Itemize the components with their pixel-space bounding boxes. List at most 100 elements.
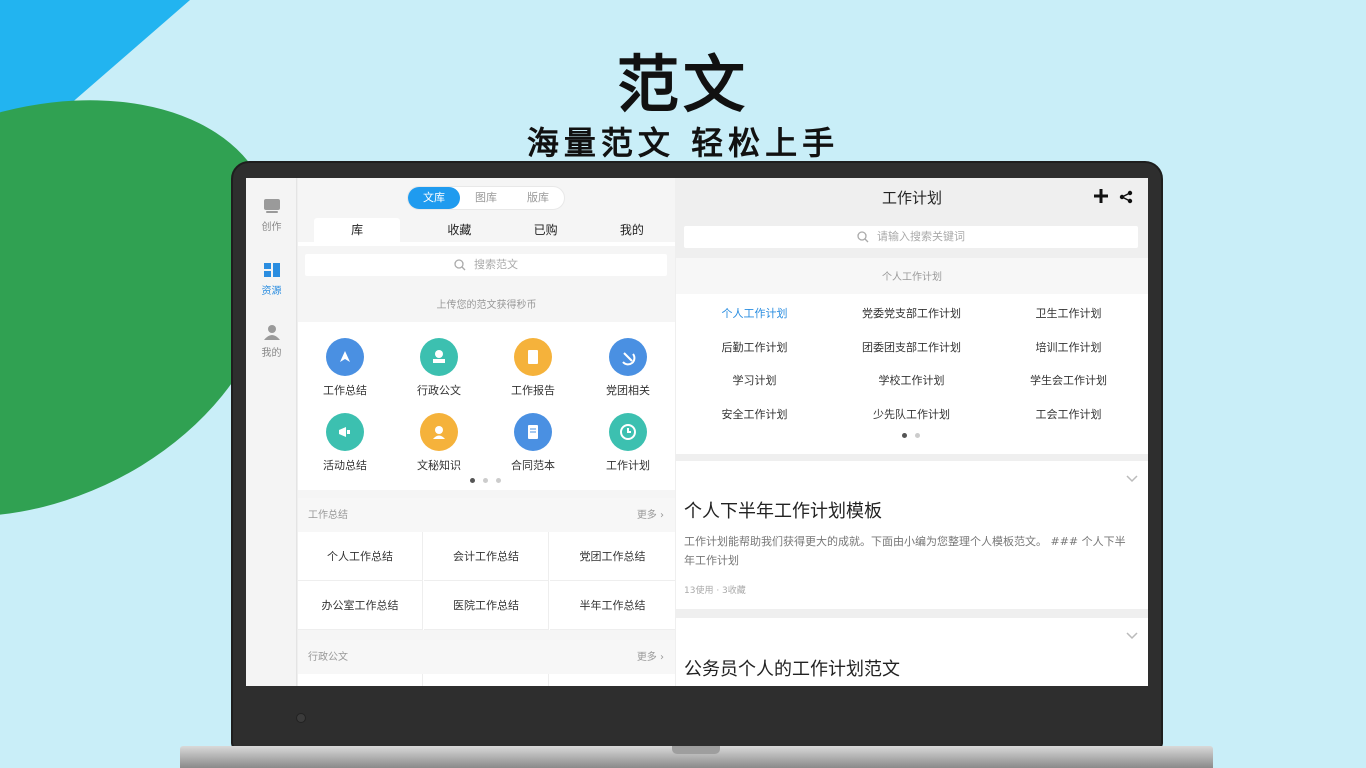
category-work-plan[interactable]: 工作计划 [581,413,675,473]
search-placeholder: 搜索范文 [474,258,518,271]
grid-item[interactable]: 党团工作总结 [550,532,675,581]
app-screen: 创作 资源 我的 文库 图库 版库 库 收藏 已购 我的 搜索范文 上传您的范文… [246,178,1148,686]
category-label: 工作计划 [606,459,650,472]
search-placeholder: 请输入搜索关键词 [877,230,965,243]
more-link[interactable]: 更多 › [637,640,664,676]
plan-item-active[interactable]: 个人工作计划 [676,305,833,321]
grid-item[interactable] [424,674,549,686]
upload-hint[interactable]: 上传您的范文获得秒币 [298,286,675,322]
plan-item[interactable]: 卫生工作计划 [990,305,1147,321]
grid-item[interactable] [298,674,423,686]
section-title: 行政公文 [308,652,348,663]
sidebar-item-label: 创作 [261,222,282,233]
plan-item[interactable]: 后勤工作计划 [676,339,833,355]
category-label: 文秘知识 [417,459,461,472]
work-summary-grid: 个人工作总结 会计工作总结 党团工作总结 办公室工作总结 医院工作总结 半年工作… [298,532,675,630]
category-admin-docs[interactable]: 行政公文 [392,338,486,398]
share-icon[interactable] [1119,190,1133,204]
megaphone-icon [326,413,364,451]
section-header-work-summary: 工作总结 更多 › [298,498,675,532]
library-type-switcher: 文库 图库 版库 [407,186,565,210]
plan-item[interactable]: 少先队工作计划 [833,406,990,422]
category-secretary[interactable]: 文秘知识 [392,413,486,473]
category-party[interactable]: 党团相关 [581,338,675,398]
category-label: 活动总结 [323,459,367,472]
category-label: 党团相关 [606,384,650,397]
tab-library[interactable]: 库 [314,218,401,242]
laptop-webcam [296,713,306,723]
resources-grid-icon [263,262,281,278]
section-header-admin-docs: 行政公文 更多 › [298,640,675,674]
segment-wenku[interactable]: 文库 [408,187,460,209]
sidebar-item-resources[interactable]: 资源 [246,262,297,297]
search-icon [857,231,869,243]
tab-mine[interactable]: 我的 [589,218,675,242]
contract-icon [514,413,552,451]
grid-item[interactable] [550,674,675,686]
article-title[interactable]: 个人下半年工作计划模板 [684,497,882,523]
plan-item[interactable]: 培训工作计划 [990,339,1147,355]
article-card[interactable]: 公务员个人的工作计划范文 [676,618,1148,686]
grid-item[interactable]: 医院工作总结 [424,581,549,630]
plan-item[interactable]: 学习计划 [676,372,833,388]
article-excerpt: 工作计划能帮助我们获得更大的成就。下面由小编为您整理个人模板范文。 ### 个人… [684,535,1126,567]
tab-favorites[interactable]: 收藏 [416,218,502,242]
sidebar-item-mine[interactable]: 我的 [246,324,297,359]
section-title: 工作总结 [308,510,348,521]
category-contract[interactable]: 合同范本 [486,413,580,473]
stamp-icon [420,338,458,376]
work-plan-pane: 工作计划 请输入搜索关键词 个人工作计划 个人工作计划 党委党支部工作计划 卫生… [676,178,1148,686]
plan-search-input[interactable]: 请输入搜索关键词 [684,226,1138,248]
clock-icon [609,413,647,451]
category-label: 合同范本 [511,459,555,472]
article-meta: 13使用 · 3收藏 [684,586,746,596]
plan-item[interactable]: 学校工作计划 [833,372,990,388]
category-page-dots [470,478,501,483]
search-icon [454,259,466,271]
grid-item[interactable]: 半年工作总结 [550,581,675,630]
hammer-sickle-icon [609,338,647,376]
secretary-icon [420,413,458,451]
article-title[interactable]: 公务员个人的工作计划范文 [684,655,900,681]
plus-icon[interactable] [1094,189,1108,203]
plan-item[interactable]: 工会工作计划 [990,406,1147,422]
sidebar: 创作 资源 我的 [246,178,297,686]
grid-item[interactable]: 办公室工作总结 [298,581,423,630]
segment-tuku[interactable]: 图库 [460,187,512,209]
plan-item[interactable]: 团委团支部工作计划 [833,339,990,355]
sidebar-item-label: 我的 [261,348,282,359]
more-link[interactable]: 更多 › [637,498,664,534]
plan-item[interactable]: 党委党支部工作计划 [833,305,990,321]
pen-nib-icon [326,338,364,376]
plan-item[interactable]: 安全工作计划 [676,406,833,422]
plan-filter-label: 个人工作计划 [676,258,1148,294]
grid-item[interactable]: 会计工作总结 [424,532,549,581]
chevron-down-icon[interactable] [1126,632,1138,640]
plan-page-dots [902,433,920,438]
library-tabs: 库 收藏 已购 我的 [298,218,675,242]
chevron-down-icon[interactable] [1126,475,1138,483]
report-icon [514,338,552,376]
laptop-base-notch [672,746,720,754]
library-search-input[interactable]: 搜索范文 [305,254,667,276]
edit-icon [263,198,281,214]
page-title: 工作计划 [881,189,942,207]
category-activity-summary[interactable]: 活动总结 [298,413,392,473]
plan-type-grid: 个人工作计划 党委党支部工作计划 卫生工作计划 后勤工作计划 团委团支部工作计划… [676,294,1148,454]
tabs-underline [298,242,675,246]
plan-item[interactable]: 学生会工作计划 [990,372,1147,388]
category-work-summary[interactable]: 工作总结 [298,338,392,398]
category-label: 工作总结 [323,384,367,397]
sidebar-item-create[interactable]: 创作 [246,198,297,233]
article-card[interactable]: 个人下半年工作计划模板 工作计划能帮助我们获得更大的成就。下面由小编为您整理个人… [676,461,1148,609]
segment-banku[interactable]: 版库 [512,187,564,209]
grid-item[interactable]: 个人工作总结 [298,532,423,581]
sidebar-item-label: 资源 [261,286,282,297]
hero-subtitle: 海量范文 轻松上手 [526,124,840,162]
category-work-report[interactable]: 工作报告 [486,338,580,398]
category-grid: 工作总结 行政公文 工作报告 党团相关 活动总结 文秘知识 合同范本 工作计划 [298,322,675,490]
tab-purchased[interactable]: 已购 [503,218,589,242]
user-icon [263,324,281,340]
library-pane: 文库 图库 版库 库 收藏 已购 我的 搜索范文 上传您的范文获得秒币 工作总结 [298,178,675,686]
hero-title: 范文 [616,48,749,121]
